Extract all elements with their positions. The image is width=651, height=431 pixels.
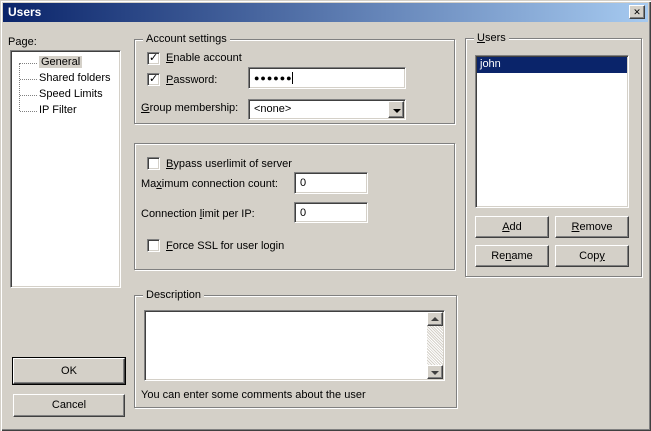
account-settings-group: Account settings Enable account Password… bbox=[134, 39, 455, 124]
remove-user-button[interactable]: Remove bbox=[555, 216, 629, 238]
tree-item-general[interactable]: General bbox=[11, 55, 118, 71]
cancel-button[interactable]: Cancel bbox=[13, 394, 125, 417]
ip-limit-value: 0 bbox=[300, 204, 306, 222]
ip-limit-label: Connection limit per IP: bbox=[141, 208, 255, 221]
users-group: Users john Add Remove Rename Copy bbox=[465, 38, 642, 277]
password-checkbox[interactable] bbox=[147, 73, 160, 86]
arrow-up-icon bbox=[431, 317, 439, 321]
group-membership-select[interactable]: <none> bbox=[248, 99, 406, 120]
account-settings-title: Account settings bbox=[143, 33, 230, 46]
copy-user-button[interactable]: Copy bbox=[555, 245, 629, 267]
text-caret bbox=[292, 72, 293, 84]
list-item-john[interactable]: john bbox=[477, 57, 627, 73]
scroll-down-button[interactable] bbox=[427, 365, 443, 379]
page-tree[interactable]: General Shared folders Speed Limits IP F… bbox=[10, 50, 121, 288]
connection-limits-group: Bypass userlimit of server Maximum conne… bbox=[134, 143, 455, 270]
password-value: ●●●●●● bbox=[254, 69, 293, 87]
scroll-up-button[interactable] bbox=[427, 312, 443, 326]
rename-user-button[interactable]: Rename bbox=[475, 245, 549, 267]
password-input[interactable]: ●●●●●● bbox=[248, 67, 406, 89]
dropdown-button[interactable] bbox=[388, 101, 404, 118]
group-membership-value: <none> bbox=[254, 101, 291, 118]
arrow-down-icon bbox=[431, 371, 439, 375]
users-title: Users bbox=[474, 32, 509, 45]
description-textarea[interactable] bbox=[144, 310, 445, 381]
tree-item-label: Speed Limits bbox=[39, 88, 103, 100]
tree-item-label: IP Filter bbox=[39, 104, 77, 116]
description-hint: You can enter some comments about the us… bbox=[141, 389, 366, 401]
window-title: Users bbox=[3, 3, 648, 21]
tree-item-label: General bbox=[39, 56, 82, 68]
tree-item-label: Shared folders bbox=[39, 72, 111, 84]
max-connections-input[interactable]: 0 bbox=[294, 172, 368, 194]
description-value bbox=[147, 313, 425, 378]
enable-account-checkbox[interactable] bbox=[147, 52, 160, 65]
group-membership-label: Group membership: bbox=[141, 102, 238, 115]
force-ssl-checkbox[interactable] bbox=[147, 239, 160, 252]
ok-button[interactable]: OK bbox=[13, 358, 125, 384]
tree-item-ip-filter[interactable]: IP Filter bbox=[11, 103, 118, 119]
description-title: Description bbox=[143, 289, 204, 302]
close-icon[interactable]: ✕ bbox=[629, 5, 645, 19]
password-label: Password: bbox=[166, 74, 217, 87]
tree-item-speed-limits[interactable]: Speed Limits bbox=[11, 87, 118, 103]
vertical-scrollbar[interactable] bbox=[427, 312, 443, 379]
max-connections-label: Maximum connection count: bbox=[141, 178, 278, 191]
max-connections-value: 0 bbox=[300, 174, 306, 192]
page-list-label: Page: bbox=[8, 36, 37, 49]
users-listbox[interactable]: john bbox=[475, 55, 629, 208]
ip-limit-input[interactable]: 0 bbox=[294, 202, 368, 223]
tree-item-shared-folders[interactable]: Shared folders bbox=[11, 71, 118, 87]
user-name: john bbox=[480, 58, 501, 70]
chevron-down-icon bbox=[393, 109, 401, 113]
bypass-userlimit-checkbox[interactable] bbox=[147, 157, 160, 170]
users-dialog: Users ✕ Page: General Shared folders Spe… bbox=[0, 0, 651, 431]
description-group: Description You can enter some comments … bbox=[134, 295, 457, 408]
enable-account-label: Enable account bbox=[166, 52, 242, 65]
title-bar[interactable]: Users ✕ bbox=[3, 3, 648, 22]
add-user-button[interactable]: Add bbox=[475, 216, 549, 238]
bypass-userlimit-label: Bypass userlimit of server bbox=[166, 158, 292, 171]
force-ssl-label: Force SSL for user login bbox=[166, 240, 284, 253]
